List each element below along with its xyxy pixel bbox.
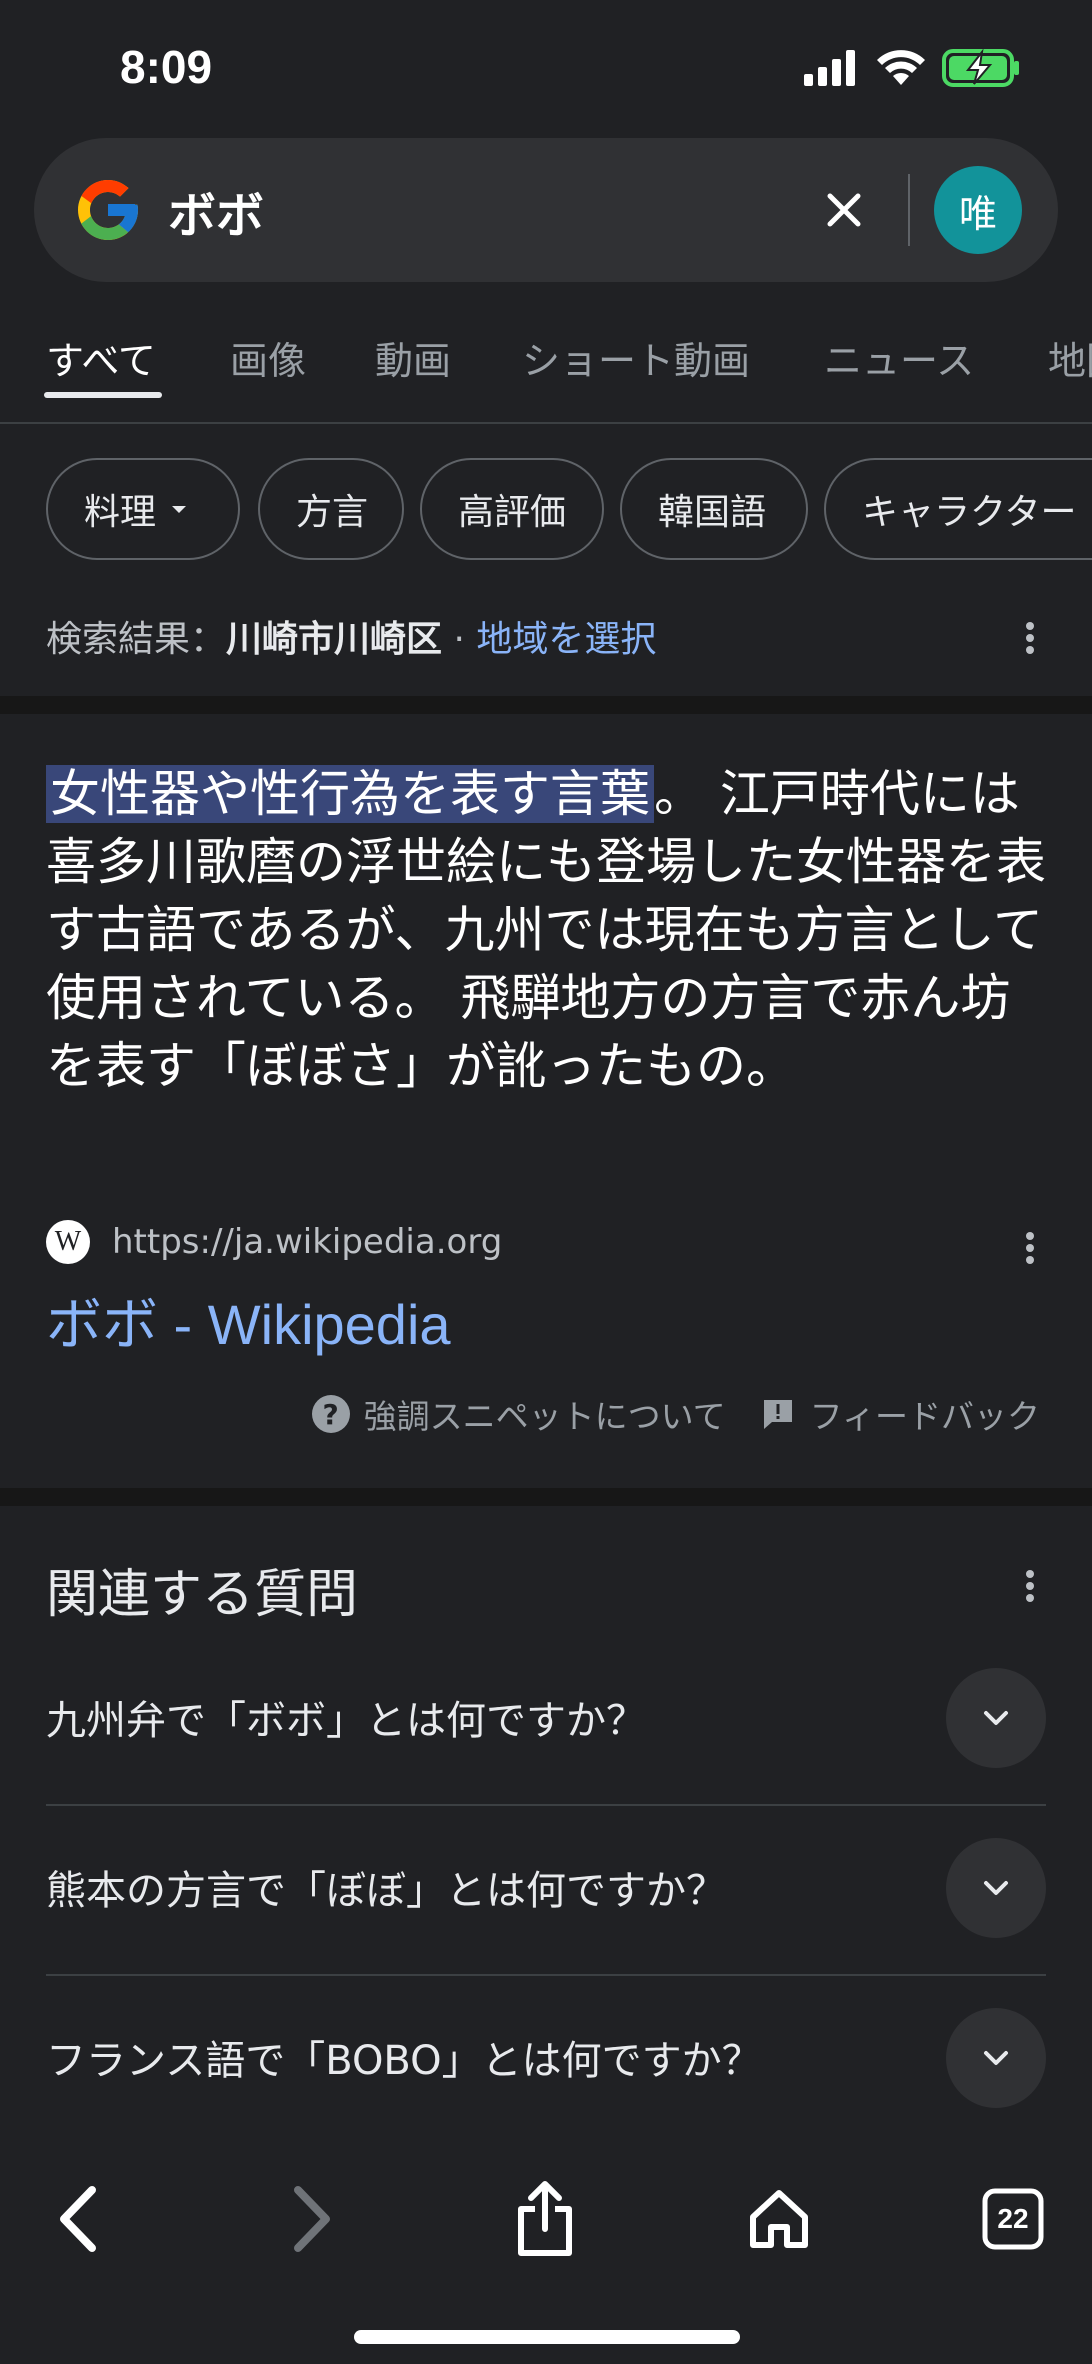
location-more-icon[interactable] <box>1010 618 1050 658</box>
forward-button[interactable] <box>266 2174 356 2264</box>
tab-videos[interactable]: 動画 <box>375 330 451 385</box>
snippet-highlight: 女性器や性行為を表す言葉 <box>46 765 654 823</box>
account-avatar[interactable]: 唯 <box>934 166 1022 254</box>
expand-question-button[interactable] <box>946 1668 1046 1768</box>
tab-news[interactable]: ニュース <box>824 330 974 385</box>
chevron-down-icon <box>984 1711 1008 1725</box>
tab-count: 22 <box>997 2203 1029 2234</box>
browser-toolbar: 22 <box>0 2138 1092 2364</box>
snippet-source[interactable]: W https://ja.wikipedia.org <box>46 1218 502 1266</box>
search-tabs: すべて 画像 動画 ショート動画 ニュース 地图 <box>0 320 1092 424</box>
expand-question-button[interactable] <box>946 1838 1046 1938</box>
location-place: 川崎市川崎区 <box>226 619 443 660</box>
expand-question-button[interactable] <box>946 2008 1046 2108</box>
home-icon <box>750 2190 808 2248</box>
related-question[interactable]: 熊本の方言で「ぼぼ」とは何ですか？ <box>46 1806 1046 1976</box>
wikipedia-favicon-icon: W <box>46 1220 90 1264</box>
chip-top-rated[interactable]: 高評価 <box>420 458 604 560</box>
share-button[interactable] <box>500 2174 590 2264</box>
dropdown-arrow-icon <box>172 506 187 513</box>
chip-character[interactable]: キャラクター <box>824 458 1092 560</box>
chevron-down-icon <box>984 1881 1008 1895</box>
snippet-feedback-row: ? 強調スニペットについて フィードバック <box>311 1390 1040 1438</box>
location-prefix: 検索結果： <box>46 619 227 660</box>
chip-cooking[interactable]: 料理 <box>46 458 240 560</box>
share-icon <box>518 2181 572 2256</box>
tab-short-videos[interactable]: ショート動画 <box>522 330 750 385</box>
status-icons <box>804 48 1022 88</box>
back-arrow-icon <box>60 2186 96 2252</box>
status-bar: 8:09 <box>0 0 1092 140</box>
filter-chips: 料理 方言 高評価 韓国語 キャラクター <box>0 458 1092 562</box>
status-time: 8:09 <box>120 41 213 93</box>
location-row: 検索結果：川崎市川崎区 · 地域を選択 <box>46 610 656 662</box>
section-divider <box>0 1488 1092 1506</box>
home-button[interactable] <box>734 2174 824 2264</box>
chip-dialect[interactable]: 方言 <box>258 458 404 560</box>
signal-icon <box>804 50 855 86</box>
close-icon <box>827 193 861 227</box>
clear-search-button[interactable] <box>810 176 878 244</box>
search-query[interactable]: ボボ <box>168 176 264 246</box>
search-divider <box>908 174 910 246</box>
tab-images[interactable]: 画像 <box>230 330 306 385</box>
related-more-icon[interactable] <box>1010 1566 1050 1606</box>
related-question-text: 熊本の方言で「ぼぼ」とは何ですか？ <box>46 1868 726 1914</box>
chevron-down-icon <box>984 2051 1008 2065</box>
source-url[interactable]: https://ja.wikipedia.org <box>112 1222 502 1262</box>
google-logo-icon <box>78 180 138 240</box>
home-indicator <box>354 2330 740 2344</box>
forward-arrow-icon <box>294 2186 330 2252</box>
chip-korean[interactable]: 韓国語 <box>620 458 808 560</box>
active-tab-indicator <box>44 392 162 398</box>
result-more-icon[interactable] <box>1010 1228 1050 1268</box>
wifi-icon <box>877 50 925 85</box>
search-bar[interactable]: ボボ 唯 <box>34 138 1058 282</box>
related-question[interactable]: 九州弁で「ボボ」とは何ですか？ <box>46 1636 1046 1806</box>
feedback-link[interactable]: フィードバック <box>810 1390 1040 1438</box>
related-question-text: フランス語で「BOBO」とは何ですか？ <box>46 2038 762 2084</box>
about-snippet-link[interactable]: 強調スニペットについて <box>364 1390 726 1438</box>
battery-charging-icon <box>942 48 1019 87</box>
feedback-icon <box>763 1400 792 1429</box>
back-button[interactable] <box>34 2174 124 2264</box>
section-divider <box>0 696 1092 714</box>
tab-all[interactable]: すべて <box>46 330 156 385</box>
choose-region-link[interactable]: 地域を選択 <box>476 619 656 660</box>
help-icon: ? <box>311 1395 350 1433</box>
result-title-link[interactable]: ボボ - Wikipedia <box>46 1280 451 1361</box>
tab-maps[interactable]: 地图 <box>1048 330 1092 385</box>
featured-snippet: 女性器や性行為を表す言葉。 江戸時代には喜多川歌麿の浮世絵にも登場した女性器を表… <box>46 760 1046 1100</box>
related-questions-title: 関連する質問 <box>46 1565 359 1625</box>
related-question[interactable]: フランス語で「BOBO」とは何ですか？ <box>46 1976 1046 2146</box>
tabs-button[interactable]: 22 <box>968 2174 1058 2264</box>
location-separator: · <box>442 619 477 660</box>
related-question-text: 九州弁で「ボボ」とは何ですか？ <box>46 1698 646 1744</box>
chip-label: 料理 <box>84 492 157 533</box>
